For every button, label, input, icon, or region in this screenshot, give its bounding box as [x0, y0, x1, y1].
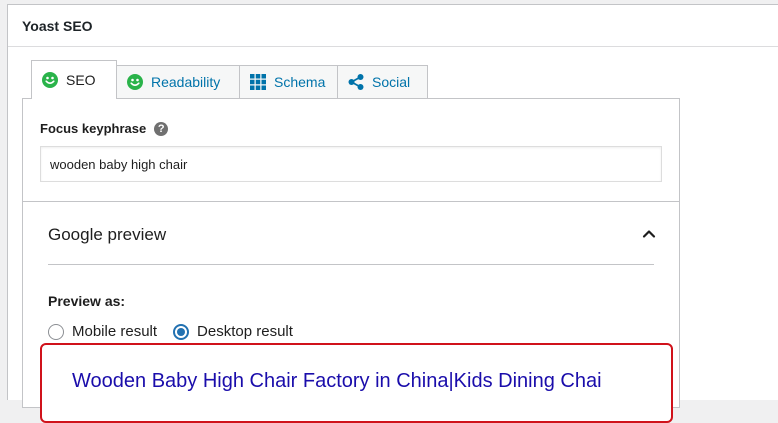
preview-mode-radio-group: Mobile result Desktop result: [48, 323, 309, 340]
section-divider: [23, 201, 679, 202]
google-preview-toggle[interactable]: Google preview: [48, 223, 656, 263]
google-preview-underline: [48, 264, 654, 265]
tab-label: Social: [372, 74, 411, 90]
share-icon: [348, 74, 364, 90]
desktop-result-radio[interactable]: Desktop result: [173, 323, 293, 340]
focus-keyphrase-input[interactable]: [40, 146, 662, 182]
tab-readability[interactable]: Readability: [116, 65, 240, 98]
help-question-icon[interactable]: ?: [154, 121, 169, 136]
smiley-face-icon: [42, 72, 58, 88]
mobile-result-radio[interactable]: Mobile result: [48, 323, 157, 340]
google-preview-title: Google preview: [48, 225, 167, 244]
radio-circle-selected[interactable]: [173, 323, 190, 340]
google-serp-preview[interactable]: Wooden Baby High Chair Factory in China|…: [40, 343, 673, 423]
tab-label: Schema: [274, 74, 326, 90]
smiley-face-icon: [127, 74, 143, 90]
preview-as-label: Preview as:: [48, 293, 126, 309]
radio-label: Mobile result: [72, 323, 158, 340]
panel-title: Yoast SEO: [22, 18, 93, 34]
radio-circle[interactable]: [48, 323, 64, 340]
seo-tab-content: Focus keyphrase ? Google preview Preview…: [22, 98, 680, 423]
tab-seo[interactable]: SEO: [31, 60, 117, 99]
panel-header[interactable]: Yoast SEO: [8, 5, 778, 47]
grid-icon: [250, 74, 266, 90]
tab-schema[interactable]: Schema: [239, 65, 338, 98]
tab-social[interactable]: Social: [337, 65, 428, 98]
focus-keyphrase-label-row: Focus keyphrase ?: [40, 121, 169, 136]
chevron-up-icon: [642, 227, 656, 246]
focus-keyphrase-label: Focus keyphrase: [40, 121, 147, 136]
serp-title-link[interactable]: Wooden Baby High Chair Factory in China|…: [72, 370, 602, 393]
radio-label: Desktop result: [197, 323, 293, 340]
tab-label: SEO: [66, 72, 96, 88]
tab-label: Readability: [151, 74, 221, 90]
